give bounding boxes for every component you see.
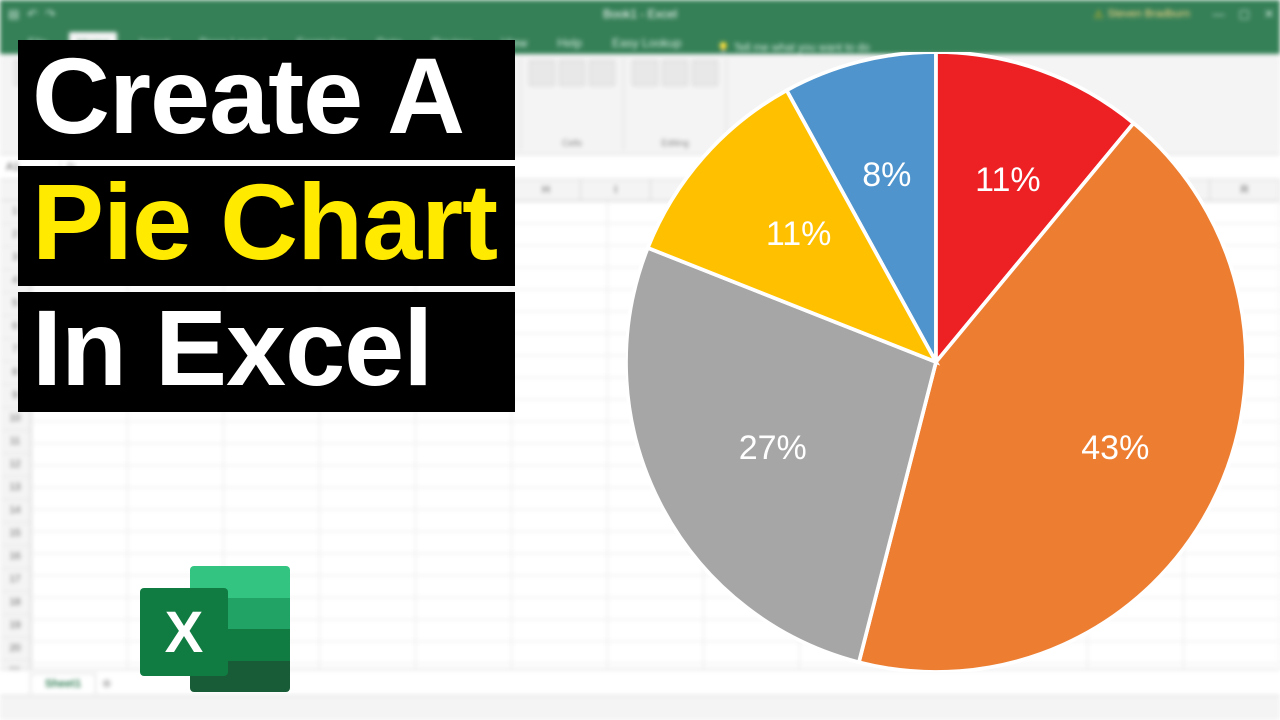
undo-icon[interactable]: ↶ (27, 7, 37, 21)
column-header[interactable]: H (512, 180, 582, 200)
ribbon-tab-help[interactable]: Help (549, 32, 590, 54)
excel-logo-letter: X (140, 588, 228, 676)
row-header[interactable]: 15 (0, 523, 30, 546)
ribbon-tab-easy-lookup[interactable]: Easy Lookup (604, 32, 689, 54)
pie-chart: 8%11%43%27%11% (626, 52, 1246, 672)
quick-access-toolbar[interactable]: ▤ ↶ ↷ (8, 7, 55, 21)
overlay-line-2: Pie Chart (18, 166, 515, 286)
row-header[interactable]: 17 (0, 569, 30, 592)
ribbon-button[interactable] (559, 60, 585, 86)
row-header[interactable]: 13 (0, 477, 30, 500)
title-bar: ▤ ↶ ↷ Book1 - Excel Steven Bradburn — ▢ … (0, 0, 1280, 28)
pie-chart-svg (626, 52, 1246, 672)
minimize-icon[interactable]: — (1213, 7, 1225, 21)
redo-icon[interactable]: ↷ (45, 7, 55, 21)
maximize-icon[interactable]: ▢ (1239, 7, 1250, 21)
row-header[interactable]: 12 (0, 454, 30, 477)
row-header[interactable]: 11 (0, 431, 30, 454)
overlay-line-3: In Excel (18, 292, 515, 412)
row-header[interactable]: 19 (0, 615, 30, 638)
row-header[interactable]: 16 (0, 546, 30, 569)
account-name[interactable]: Steven Bradburn (1094, 8, 1190, 21)
row-header[interactable]: 14 (0, 500, 30, 523)
ribbon-button[interactable] (529, 60, 555, 86)
row-header[interactable]: 18 (0, 592, 30, 615)
overlay-line-1: Create A (18, 40, 515, 160)
row-header[interactable]: 20 (0, 638, 30, 661)
add-sheet-icon[interactable]: ⊕ (102, 677, 111, 690)
close-icon[interactable]: ✕ (1264, 7, 1274, 21)
ribbon-group-label: Cells (562, 138, 582, 148)
save-icon[interactable]: ▤ (8, 7, 19, 21)
window-title: Book1 - Excel (603, 7, 677, 21)
ribbon-group-cells: Cells (521, 58, 624, 150)
thumbnail-title-overlay: Create A Pie Chart In Excel (18, 40, 515, 412)
excel-logo: X (140, 560, 290, 700)
sheet-tab-active[interactable]: Sheet1 (30, 673, 96, 694)
ribbon-button[interactable] (589, 60, 615, 86)
